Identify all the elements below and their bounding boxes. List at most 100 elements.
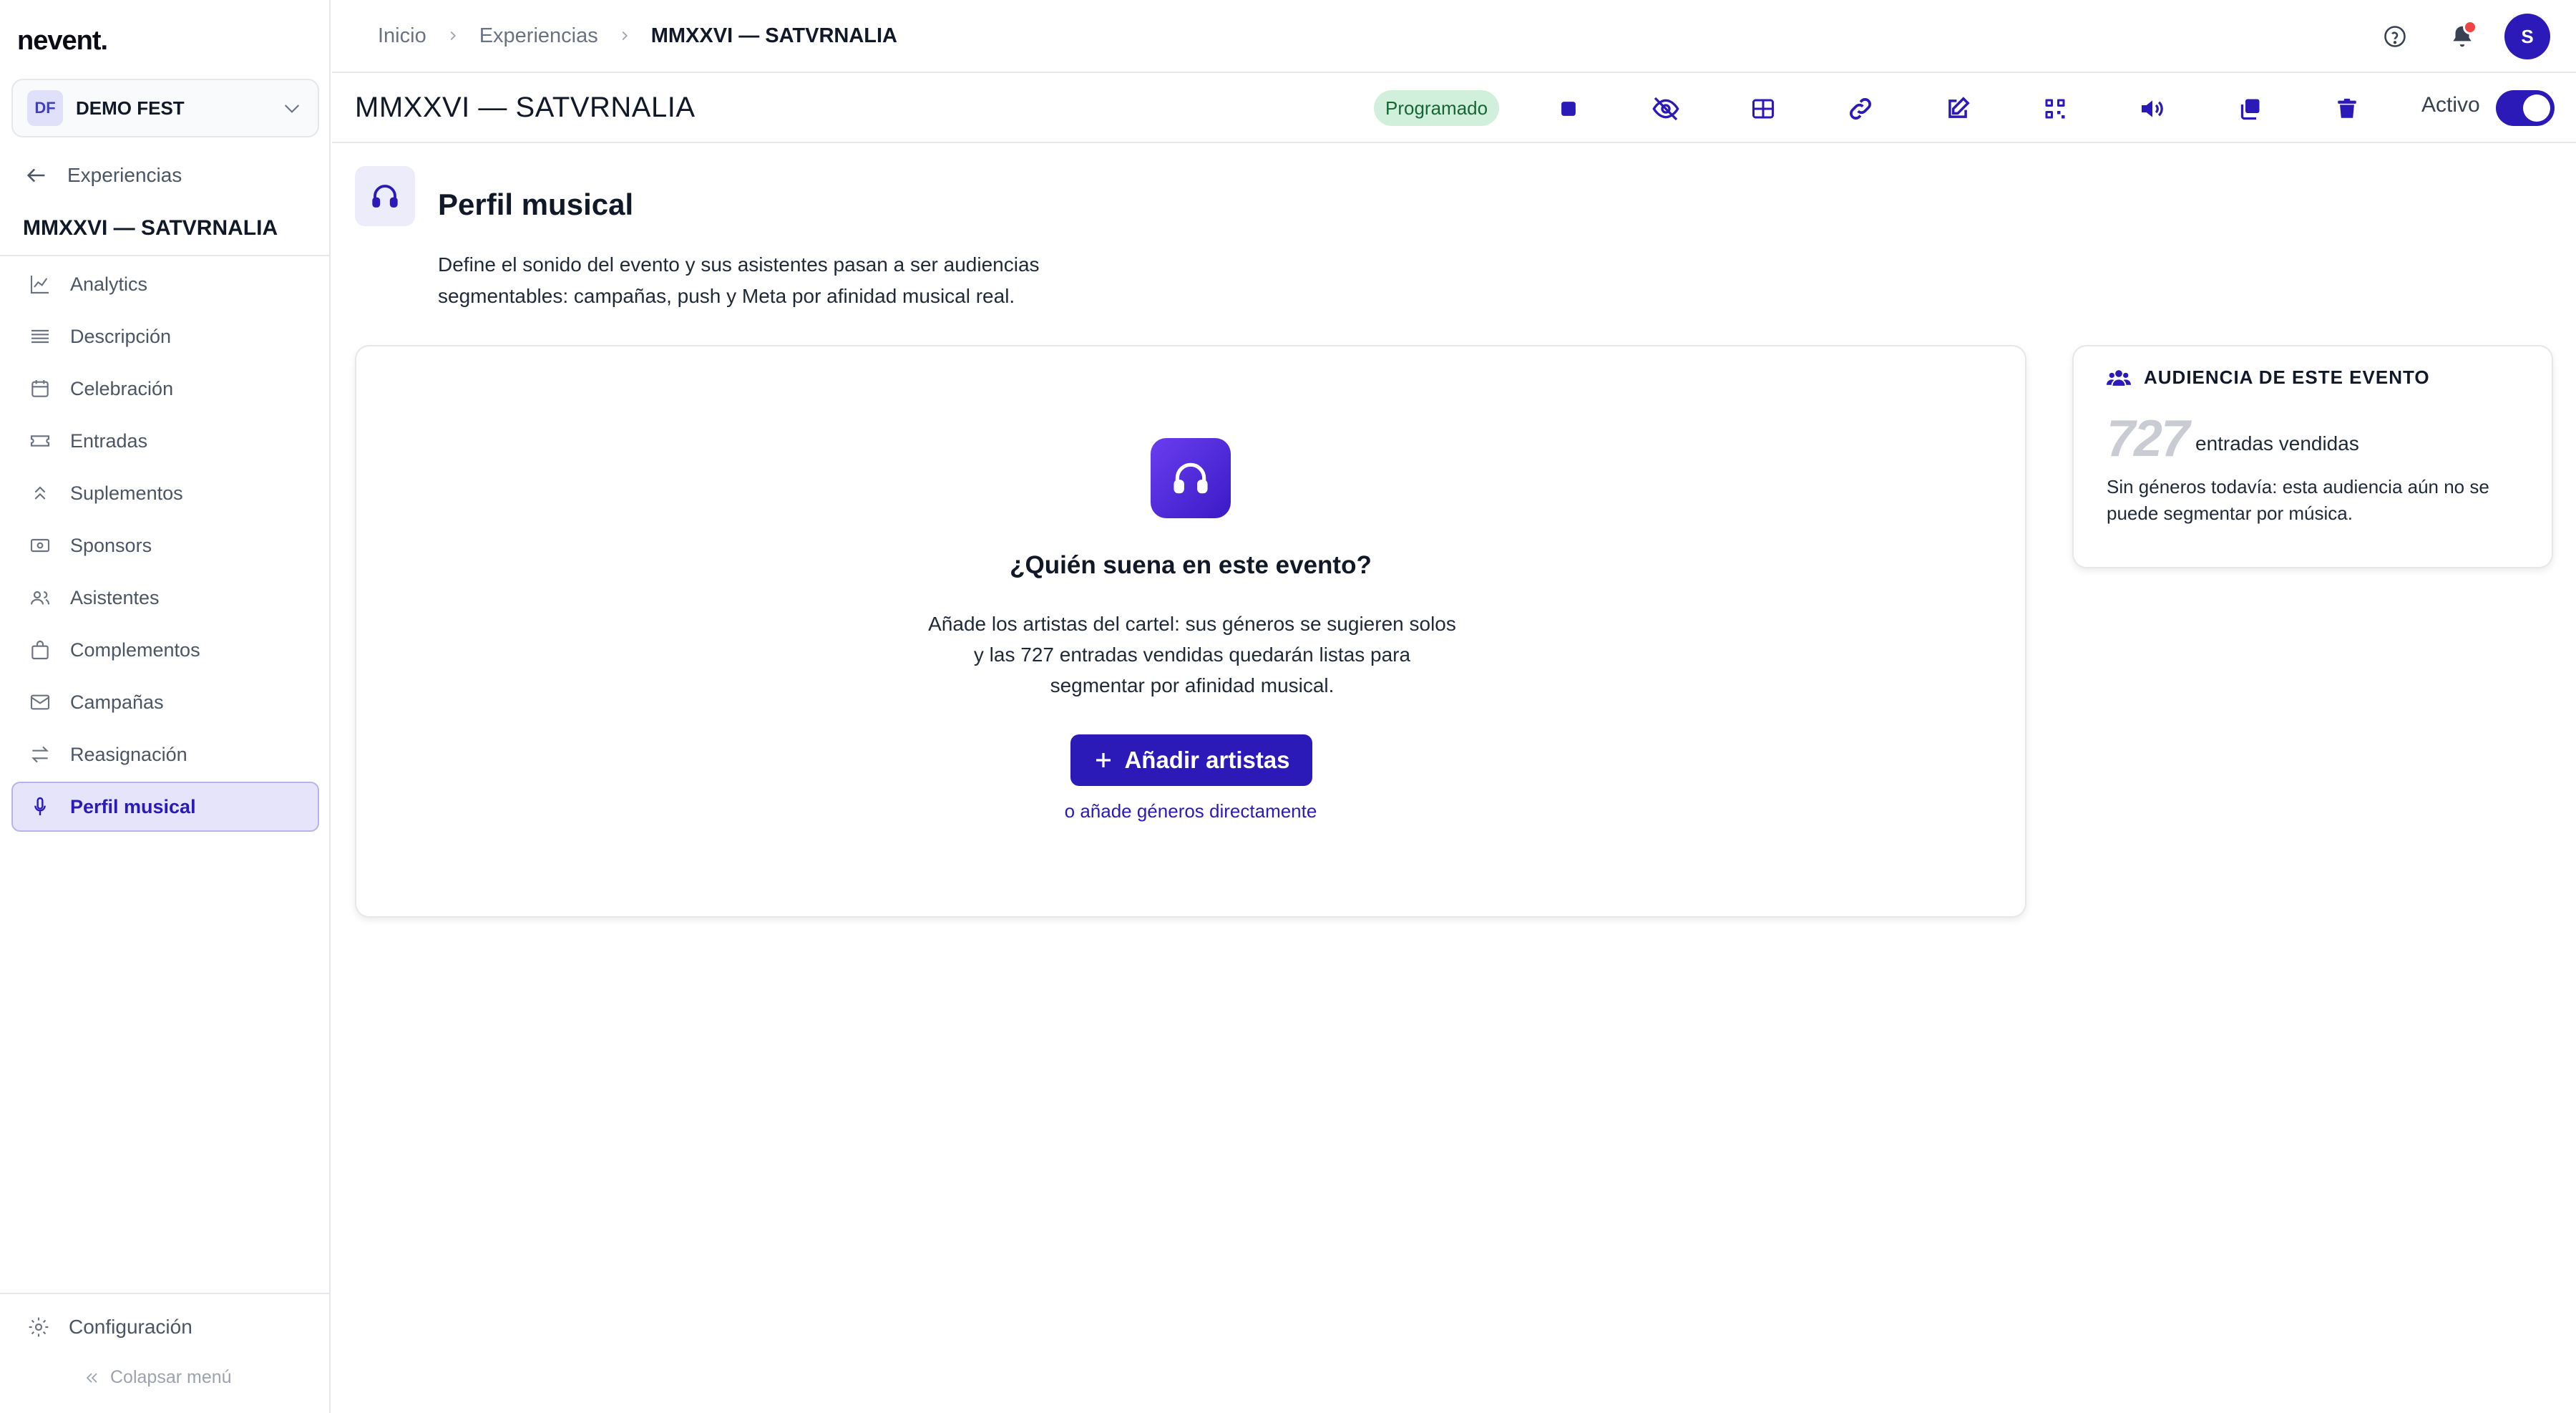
breadcrumb-current: MMXXVI — SATVRNALIA — [650, 24, 897, 47]
music-profile-empty-state: ¿Quién suena en este evento? Añade los a… — [355, 345, 2026, 918]
chevron-right-icon — [622, 31, 628, 41]
sidebar-item-label: Complementos — [70, 638, 200, 661]
plus-icon — [1096, 753, 1111, 767]
mail-icon — [30, 694, 50, 710]
speaker-icon — [2142, 100, 2163, 117]
page-description: Define el sonido del evento y sus asiste… — [438, 249, 1168, 312]
headphones-icon — [1174, 462, 1208, 494]
help-button[interactable] — [2371, 13, 2419, 60]
event-title: MMXXVI — SATVRNALIA — [355, 92, 696, 123]
sidebar-item-celebracion[interactable]: Celebración — [11, 364, 319, 414]
org-name: DEMO FEST — [76, 97, 185, 119]
org-initials-badge: DF — [27, 90, 63, 126]
organization-select[interactable]: DF DEMO FEST — [11, 79, 319, 137]
add-genres-link[interactable]: o añade géneros directamente — [356, 800, 2025, 822]
arrows-swap-icon — [31, 746, 49, 763]
chevrons-up-icon — [34, 486, 46, 500]
breadcrumb-experiencias[interactable]: Experiencias — [479, 24, 598, 48]
empty-state-line: segmentar por afinidad musical. — [1050, 674, 1335, 696]
gear-icon — [29, 1317, 49, 1337]
sidebar-event-title: MMXXVI — SATVRNALIA — [23, 216, 278, 240]
sidebar-item-entradas[interactable]: Entradas — [11, 416, 319, 466]
active-toggle[interactable] — [2496, 90, 2555, 126]
sidebar-item-label: Analytics — [70, 273, 148, 295]
stop-button[interactable] — [1547, 87, 1590, 130]
edit-button[interactable] — [1936, 87, 1979, 130]
event-header: MMXXVI — SATVRNALIA Programado Activo — [332, 73, 2576, 143]
layout-button[interactable] — [1742, 87, 1785, 130]
users-group-icon — [2107, 369, 2131, 386]
chevrons-left-icon — [86, 1372, 97, 1383]
tickets-sold-count: 727 — [2107, 410, 2190, 467]
eye-off-icon — [1652, 97, 1679, 121]
empty-state-line: Añade los artistas del cartel: sus géner… — [928, 613, 1456, 635]
page-title: Perfil musical — [438, 188, 634, 221]
sidebar-item-label: Descripción — [70, 325, 172, 347]
headphones-app-icon — [1151, 438, 1231, 518]
top-bar-actions: S — [2351, 13, 2550, 60]
link-icon — [1850, 98, 1871, 120]
sidebar-item-analytics[interactable]: Analytics — [11, 259, 319, 309]
section-icon-box — [355, 166, 415, 226]
audience-heading: AUDIENCIA DE ESTE EVENTO — [2107, 366, 2430, 389]
chevron-down-icon — [284, 105, 300, 113]
status-badge: Programado — [1374, 90, 1500, 126]
sidebar-divider — [0, 255, 329, 256]
notifications-button[interactable] — [2439, 13, 2486, 60]
duplicate-icon — [2240, 99, 2260, 120]
sidebar-item-label: Perfil musical — [70, 795, 196, 817]
sidebar-nav: Analytics Descripción Celebración Entrad… — [11, 259, 319, 834]
sidebar-item-label: Suplementos — [70, 482, 183, 504]
sidebar-item-descripcion[interactable]: Descripción — [11, 311, 319, 361]
sidebar-item-perfil-musical[interactable]: Perfil musical — [11, 782, 319, 832]
table-icon — [1752, 99, 1774, 119]
trash-icon — [2338, 98, 2356, 118]
microphone-icon — [34, 797, 46, 815]
qr-code-icon — [2045, 99, 2065, 119]
sidebar-item-sponsors[interactable]: Sponsors — [11, 520, 319, 570]
toggle-knob — [2523, 94, 2550, 122]
users-icon — [30, 591, 50, 605]
page-description-line: segmentables: campañas, push y Meta por … — [438, 285, 1015, 307]
empty-state-heading: ¿Quién suena en este evento? — [1010, 551, 1372, 579]
sidebar-item-label: Reasignación — [70, 743, 187, 765]
sidebar-item-asistentes[interactable]: Asistentes — [11, 573, 319, 623]
calendar-icon — [31, 380, 49, 397]
list-lines-icon — [31, 329, 49, 344]
hide-button[interactable] — [1644, 87, 1687, 130]
sidebar: nevent. DF DEMO FEST Experiencias MMXXVI… — [0, 0, 331, 1413]
sidebar-item-label: Campañas — [70, 691, 164, 713]
add-artists-button[interactable]: Añadir artistas — [1070, 734, 1312, 786]
sidebar-item-label: Entradas — [70, 429, 148, 452]
back-to-experiences-link[interactable]: Experiencias — [24, 163, 182, 188]
empty-state-text: Añade los artistas del cartel: sus géner… — [906, 608, 1478, 701]
chevron-right-icon — [450, 31, 456, 41]
event-toolbar — [1547, 87, 2423, 130]
chart-line-icon — [30, 276, 49, 294]
help-circle-icon — [2384, 26, 2406, 47]
sidebar-item-complementos[interactable]: Complementos — [11, 625, 319, 675]
edit-icon — [1948, 97, 1970, 118]
sidebar-item-suplementos[interactable]: Suplementos — [11, 468, 319, 518]
app-logo[interactable]: nevent. — [17, 26, 108, 57]
active-toggle-label: Activo — [2421, 93, 2480, 117]
duplicate-button[interactable] — [2228, 87, 2271, 130]
ticket-icon — [30, 435, 50, 447]
audience-note: Sin géneros todavía: esta audiencia aún … — [2107, 476, 2489, 524]
settings-link[interactable]: Configuración — [27, 1316, 192, 1339]
sidebar-item-label: Sponsors — [70, 534, 152, 556]
audience-heading-label: AUDIENCIA DE ESTE EVENTO — [2144, 366, 2430, 388]
delete-button[interactable] — [2326, 87, 2368, 130]
user-avatar[interactable]: S — [2504, 14, 2550, 59]
settings-label: Configuración — [69, 1316, 192, 1338]
collapse-menu-button[interactable]: Colapsar menú — [83, 1367, 232, 1388]
announce-button[interactable] — [2131, 87, 2174, 130]
copy-link-button[interactable] — [1839, 87, 1882, 130]
breadcrumb-home[interactable]: Inicio — [378, 24, 426, 48]
sidebar-item-campanas[interactable]: Campañas — [11, 677, 319, 727]
page-description-line: Define el sonido del evento y sus asiste… — [438, 253, 1040, 276]
sidebar-item-reasignacion[interactable]: Reasignación — [11, 729, 319, 780]
qr-code-button[interactable] — [2034, 87, 2077, 130]
headphones-icon — [372, 185, 398, 208]
back-link-label: Experiencias — [67, 164, 182, 186]
